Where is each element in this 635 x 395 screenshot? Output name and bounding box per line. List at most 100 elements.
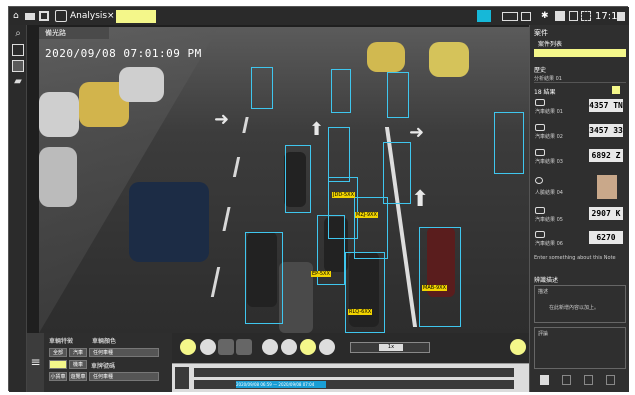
result-item[interactable]: 汽車結果 01 4357 TN (535, 97, 625, 117)
comment-title: 評論 (538, 331, 549, 337)
top-bar: ⌂ Analysis × ✱ 17:14 (9, 7, 629, 25)
speed-control[interactable]: 1x (350, 342, 430, 353)
timeline-track[interactable] (194, 368, 514, 377)
home-icon[interactable]: ⌂ (13, 10, 19, 23)
plate-thumbnail: 6270 (589, 231, 623, 244)
plate-select[interactable]: 任何車種 (89, 372, 159, 381)
panel-icon[interactable] (521, 12, 531, 21)
filter-moto-button[interactable]: 機車 (69, 360, 87, 369)
car-icon (535, 149, 545, 156)
detection-box[interactable] (328, 127, 350, 182)
detection-box[interactable] (345, 252, 385, 333)
history-item[interactable]: 分析結果 01 (534, 75, 626, 83)
logout-icon[interactable] (617, 12, 625, 21)
detection-box[interactable] (331, 69, 351, 113)
filter-car-button[interactable]: 汽車 (69, 348, 87, 357)
detection-box[interactable] (383, 142, 411, 204)
note-hint: Enter something about this Note (534, 255, 616, 261)
filter-bus-button[interactable]: 遊覽車 (69, 372, 87, 381)
description-text: 在此新增內容以加上。 (549, 305, 600, 311)
export-button[interactable] (236, 339, 252, 355)
result-label: 汽車結果 05 (535, 217, 563, 223)
vehicle-filter-pane: ≡ 車輛特徵 車輛顏色 全部 汽車 任何車種 機車 車牌號碼 小貨車 遊覽車 任… (27, 333, 172, 392)
menu-icon[interactable]: ≡ (27, 333, 44, 392)
result-item[interactable]: 人臉結果 04 (535, 175, 625, 201)
rider (279, 262, 313, 333)
case-title: 案件 (534, 29, 548, 37)
road-arrow: ⬆ (309, 119, 325, 140)
road-arrow: ➜ (409, 122, 425, 143)
analysis-tab-icon (55, 10, 67, 22)
plate-label: MZJ-9XX (355, 212, 378, 218)
taxi (429, 42, 469, 77)
car-icon (535, 207, 545, 214)
share-icon[interactable] (584, 375, 593, 385)
satellite-icon[interactable]: ✱ (541, 10, 549, 23)
playback-controls: 1x (172, 333, 533, 363)
result-item[interactable]: 汽車結果 02 3457 33 (535, 122, 625, 142)
color-select[interactable]: 任何車種 (89, 348, 159, 357)
monitor-icon[interactable] (25, 13, 35, 20)
plate-thumbnail: 2907 K (589, 207, 623, 220)
car-icon (535, 231, 545, 238)
search-icon[interactable]: ⌕ (12, 28, 24, 40)
result-label: 人臉結果 04 (535, 190, 563, 196)
timeline[interactable]: 2020/09/08 06:59 — 2020/09/08 07:04 (172, 363, 533, 392)
taxi (367, 42, 405, 72)
result-label: 汽車結果 02 (535, 134, 563, 140)
parked-car (39, 92, 79, 137)
comment-box[interactable]: 評論 (534, 327, 626, 369)
frame-back-button[interactable] (281, 339, 297, 355)
lock-icon[interactable] (569, 11, 578, 21)
case-sidebar: 案件 案件列表 歷史 分析結果 01 18 結果 汽車結果 01 4357 TN… (529, 25, 629, 392)
display-icon[interactable] (477, 10, 491, 22)
detection-box[interactable] (245, 232, 283, 324)
detection-box[interactable] (251, 67, 273, 109)
results-highlight[interactable] (612, 86, 620, 94)
face-icon[interactable] (12, 44, 24, 56)
plate-thumbnail: 6892 Z (589, 149, 623, 162)
step-play-button[interactable] (200, 339, 216, 355)
signal-icon (555, 11, 565, 21)
grid-icon[interactable] (39, 11, 49, 21)
analysis-tab-label[interactable]: Analysis (70, 10, 107, 23)
detection-box[interactable] (494, 112, 524, 174)
tab-close-icon[interactable]: × (107, 10, 115, 23)
filter-small-truck-button[interactable]: 小貨車 (49, 372, 67, 381)
result-item[interactable]: 汽車結果 03 6892 Z (535, 147, 625, 167)
save-icon[interactable] (540, 375, 549, 385)
detection-box[interactable] (387, 72, 409, 118)
fullscreen-icon[interactable] (581, 11, 591, 21)
plate-label: RLQ-6XX (348, 309, 373, 315)
filter-selected-chip[interactable] (49, 360, 67, 369)
filter-all-button[interactable]: 全部 (49, 348, 67, 357)
case-list-link[interactable]: 案件列表 (534, 39, 626, 48)
timeline-range[interactable]: 2020/09/08 06:59 — 2020/09/08 07:04 (236, 381, 326, 388)
car-icon[interactable]: ▰ (12, 76, 24, 88)
selected-case[interactable] (534, 49, 626, 57)
previous-button[interactable] (262, 339, 278, 355)
result-label: 汽車結果 03 (535, 159, 563, 165)
sync-button[interactable] (510, 339, 526, 355)
result-item[interactable]: 汽車結果 06 6270 (535, 229, 625, 249)
snapshot-button[interactable] (218, 339, 234, 355)
layout-icon[interactable] (502, 12, 518, 21)
vehicle-search-icon[interactable] (12, 60, 24, 72)
new-tab-placeholder[interactable] (116, 10, 156, 23)
undo-icon[interactable] (606, 375, 615, 385)
result-label: 汽車結果 01 (535, 109, 563, 115)
car-icon (535, 99, 545, 106)
play-button[interactable] (319, 339, 335, 355)
description-box[interactable]: 描述 在此新增內容以加上。 (534, 285, 626, 323)
car-icon (535, 124, 545, 131)
tags-title: 辨識描述 (534, 277, 559, 284)
record-button[interactable] (180, 339, 196, 355)
print-icon[interactable] (562, 375, 571, 385)
result-item[interactable]: 汽車結果 05 2907 K (535, 205, 625, 225)
detection-box[interactable] (285, 145, 311, 213)
detection-box[interactable] (419, 227, 461, 327)
video-view[interactable]: ➜ ⬆ ➜ ⬆ JDD-5XX MZJ-9XX EP-5XX RLQ-6XX M… (39, 27, 533, 333)
timeline-tools[interactable] (175, 367, 189, 389)
detection-box[interactable] (354, 197, 388, 259)
pause-button[interactable] (300, 339, 316, 355)
